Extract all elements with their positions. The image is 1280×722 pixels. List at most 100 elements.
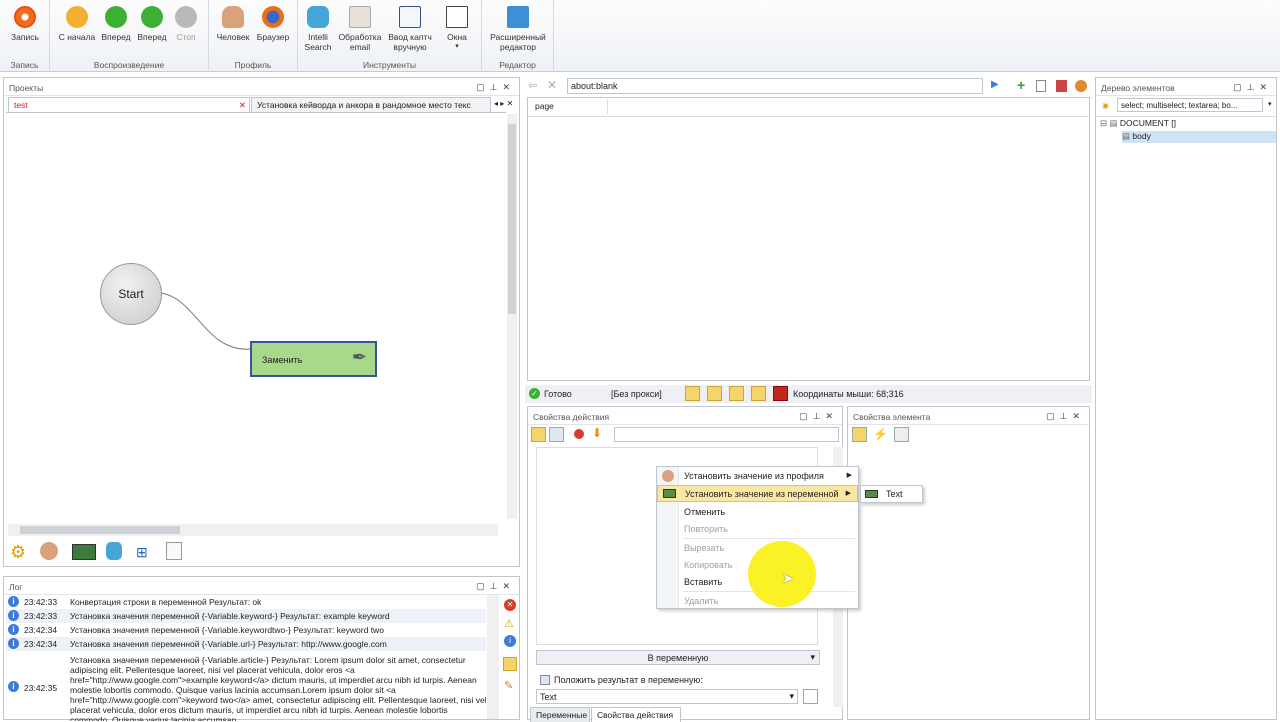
url-input[interactable]: about:blank <box>567 78 983 94</box>
cookie-icon[interactable] <box>1075 80 1087 92</box>
error-filter-icon[interactable]: ✕ <box>504 599 516 611</box>
arrow-down-icon[interactable]: ⬇ <box>592 426 602 440</box>
output-type-select[interactable]: В переменную ▾ <box>536 650 820 665</box>
document-icon[interactable] <box>166 542 182 560</box>
back-icon[interactable]: ⇦ <box>528 79 537 92</box>
canvas[interactable]: Start Заменить ✒ <box>6 112 506 522</box>
stop-load-icon[interactable]: ✕ <box>547 78 557 92</box>
captcha-button[interactable]: Ввод каптч вручную <box>386 6 434 52</box>
log-scrollbar[interactable] <box>487 595 499 719</box>
intelli-search-button[interactable]: Intelli Search <box>300 6 336 52</box>
browser-view[interactable]: page <box>527 97 1090 381</box>
group-playback: С начала Вперед Вперед Стоп Воспроизведе… <box>50 0 209 72</box>
proxy-text[interactable]: [Без прокси] <box>611 389 662 399</box>
stop-button[interactable]: Стоп <box>170 6 202 42</box>
play-button[interactable]: Вперед <box>98 6 134 42</box>
play-label: Вперед <box>101 32 131 42</box>
page-icon[interactable] <box>1036 80 1046 92</box>
log-row: i 23:42:34 Установка значения переменной {… <box>6 623 486 637</box>
log-time: 23:42:35 <box>24 683 58 693</box>
restart-button[interactable]: С начала <box>58 6 96 42</box>
save-result-checkbox[interactable] <box>540 675 550 685</box>
play-step-icon <box>141 6 163 28</box>
record-button[interactable]: Запись <box>6 6 44 42</box>
add-icon[interactable]: + <box>1017 77 1025 93</box>
tab-page[interactable]: page <box>530 99 608 114</box>
tree-node-document[interactable]: ⊟ ▤ DOCUMENT [] <box>1100 118 1274 130</box>
chevron-down-icon[interactable]: ▾ <box>789 691 794 702</box>
log-row: i 23:42:35 Установка значения переменной {… <box>6 653 486 721</box>
menu-item-set-from-variable[interactable]: Установить значение из переменной ▶ <box>657 485 858 502</box>
email-button[interactable]: Обработка email <box>336 6 384 52</box>
submenu-item-text[interactable]: Text <box>861 486 922 502</box>
info-filter-icon[interactable]: i <box>504 635 516 647</box>
selector-input[interactable]: select; multiselect; textarea; bo... <box>1117 98 1263 112</box>
collapse-icon[interactable]: ⊟ ▤ <box>1100 118 1120 128</box>
cache-icon[interactable] <box>1056 80 1067 92</box>
h-scroll-thumb[interactable] <box>20 526 180 534</box>
h-scrollbar[interactable] <box>8 524 498 536</box>
tab-scroll-arrows[interactable]: ◂ ▸ ✕ <box>494 99 513 108</box>
person-icon[interactable] <box>40 542 58 560</box>
css-toggle-icon[interactable] <box>707 386 722 401</box>
mouse-cursor-icon: ➤ <box>782 570 794 586</box>
windows-button[interactable]: Окна ▾ <box>438 6 476 52</box>
result-variable-input[interactable]: Text ▾ <box>536 689 798 704</box>
play-step-button[interactable]: Вперед <box>134 6 170 42</box>
tree-node-body[interactable]: ▤ body <box>1122 131 1276 143</box>
tab-test[interactable]: test ✕ <box>8 97 250 112</box>
menu-item-undo[interactable]: Отменить <box>657 504 858 521</box>
start-node[interactable]: Start <box>100 263 162 325</box>
menu-item-set-from-profile[interactable]: Установить значение из профиля ▶ <box>657 468 858 485</box>
grid-icon[interactable] <box>531 427 546 442</box>
bottom-toolbar: ⚙ ⊞ <box>8 540 198 564</box>
tab-keyword[interactable]: Установка кейворда и анкора в рандомное … <box>251 97 491 112</box>
group-editor-caption: Редактор <box>499 60 536 70</box>
advanced-editor-button[interactable]: Расширенный редактор <box>486 6 550 52</box>
tree-icon[interactable]: ⊞ <box>136 544 148 561</box>
browser-button[interactable]: Браузер <box>253 6 293 42</box>
warning-filter-icon[interactable]: ⚠ <box>504 617 514 630</box>
gear-icon[interactable]: ⚙ <box>10 542 26 563</box>
panel-buttons[interactable]: ▢⊥✕ <box>476 82 515 93</box>
log-filter-toolbar: ✕ ⚠ i ✎ <box>501 595 519 719</box>
chevron-down-icon[interactable]: ▾ <box>1268 100 1272 108</box>
page-icon[interactable] <box>894 427 909 442</box>
variables-icon[interactable] <box>72 544 96 560</box>
v-scrollbar[interactable] <box>507 114 517 519</box>
v-scroll-thumb[interactable] <box>508 124 516 314</box>
info-icon: i <box>8 610 19 621</box>
group-tools: Intelli Search Обработка email Ввод капт… <box>298 0 482 72</box>
panel-buttons[interactable]: ▢⊥✕ <box>1233 82 1272 93</box>
broom-icon[interactable]: ✎ <box>504 679 513 692</box>
captcha-icon <box>399 6 421 28</box>
robot-icon[interactable] <box>106 542 122 560</box>
export-icon[interactable] <box>549 427 564 442</box>
script-toggle-icon[interactable] <box>751 386 766 401</box>
menu-item-redo[interactable]: Повторить <box>657 521 858 538</box>
filter-toggle-icon[interactable] <box>503 657 517 671</box>
panel-buttons[interactable]: ▢⊥✕ <box>799 411 838 422</box>
log-panel: Лог ▢⊥✕ i 23:42:33 Конвертация строки в пе… <box>3 576 520 721</box>
lightning-icon[interactable]: ⚡ <box>873 427 888 441</box>
go-icon[interactable]: ▶ <box>991 79 999 90</box>
record-dot-icon[interactable] <box>574 429 584 439</box>
tab-keyword-label: Установка кейворда и анкора в рандомное … <box>257 100 471 110</box>
panel-buttons[interactable]: ▢⊥✕ <box>1046 411 1085 422</box>
person-button[interactable]: Человек <box>213 6 253 42</box>
panel-buttons[interactable]: ▢⊥✕ <box>476 581 515 592</box>
log-message: Установка значения переменной {-Variable… <box>70 639 387 649</box>
person-icon <box>222 6 244 28</box>
action-name-input[interactable] <box>614 427 839 442</box>
frame-toggle-icon[interactable] <box>729 386 744 401</box>
image-toggle-icon[interactable] <box>685 386 700 401</box>
variable-icon <box>865 490 878 498</box>
grid-icon[interactable] <box>852 427 867 442</box>
copy-icon[interactable] <box>803 689 818 704</box>
flash-toggle-icon[interactable] <box>773 386 788 401</box>
filter-icon[interactable]: ✷ <box>1101 100 1110 113</box>
record-icon <box>14 6 36 28</box>
tree-node-document-label: DOCUMENT [] <box>1119 118 1176 128</box>
replace-node[interactable]: Заменить ✒ <box>250 341 377 377</box>
close-icon[interactable]: ✕ <box>239 100 246 111</box>
